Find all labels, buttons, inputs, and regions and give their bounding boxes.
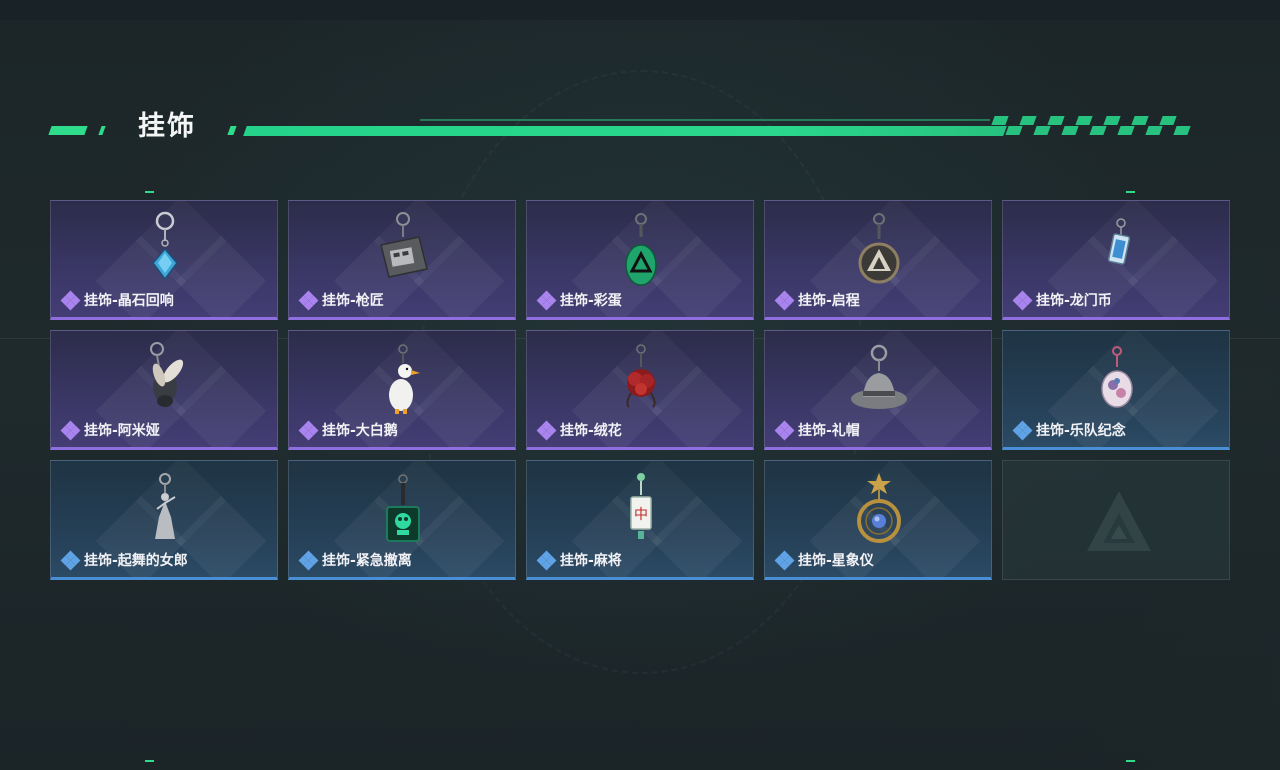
charm-name: 挂饰-星象仪 — [798, 553, 874, 569]
rarity-diamond-icon — [298, 550, 319, 571]
corner-tick — [1126, 191, 1135, 193]
corner-tick — [145, 191, 154, 193]
astrolabe-charm-icon — [857, 473, 901, 543]
charm-card[interactable]: 挂饰-晶石回响 — [50, 200, 278, 320]
header-thin-line — [420, 119, 990, 121]
charm-card[interactable]: 挂饰-乐队纪念 — [1002, 330, 1230, 450]
gunsmith-charm-icon — [380, 212, 428, 278]
page-title: 挂饰 — [138, 111, 196, 142]
rarity-diamond-icon — [298, 290, 319, 311]
charm-name: 挂饰-阿米娅 — [84, 423, 160, 439]
charm-card[interactable]: 挂饰-起舞的女郎 — [50, 460, 278, 580]
mahjong-charm-icon: 中 — [630, 473, 652, 539]
charm-card[interactable]: 挂饰-星象仪 — [764, 460, 992, 580]
easter-egg-charm-icon — [625, 213, 657, 286]
game-logo-icon — [1087, 491, 1151, 551]
rarity-diamond-icon — [774, 420, 795, 441]
charm-name: 挂饰-礼帽 — [798, 423, 860, 439]
charm-name: 挂饰-龙门币 — [1036, 293, 1112, 309]
rarity-diamond-icon — [60, 420, 81, 441]
goose-charm-icon — [389, 344, 420, 414]
rarity-diamond-icon — [536, 420, 557, 441]
charm-card[interactable]: 挂饰-礼帽 — [764, 330, 992, 450]
charm-name: 挂饰-启程 — [798, 293, 860, 309]
band-badge-charm-icon — [1101, 346, 1133, 408]
charm-name: 挂饰-乐队纪念 — [1036, 423, 1126, 439]
svg-text:中: 中 — [634, 507, 648, 523]
charm-name: 挂饰-彩蛋 — [560, 293, 622, 309]
charm-card[interactable]: 挂饰-大白鹅 — [288, 330, 516, 450]
charm-card[interactable]: 挂饰-启程 — [764, 200, 992, 320]
rarity-diamond-icon — [60, 290, 81, 311]
charm-card[interactable]: 挂饰-龙门币 — [1002, 200, 1230, 320]
charm-card[interactable]: 挂饰-彩蛋 — [526, 200, 754, 320]
charm-card[interactable]: 挂饰-紧急撤离 — [288, 460, 516, 580]
header-accent-dash — [98, 126, 106, 135]
charm-name: 挂饰-麻将 — [560, 553, 622, 569]
header-checker-pattern — [991, 116, 1199, 136]
header-accent-dash — [227, 126, 237, 135]
rarity-diamond-icon — [774, 550, 795, 571]
rarity-diamond-icon — [1012, 420, 1033, 441]
rarity-diamond-icon — [536, 290, 557, 311]
rarity-diamond-icon — [298, 420, 319, 441]
rarity-diamond-icon — [774, 290, 795, 311]
departure-charm-icon — [858, 213, 900, 284]
rarity-diamond-icon — [1012, 290, 1033, 311]
header-accent-bar — [243, 126, 1007, 136]
header-accent-dash — [48, 126, 88, 135]
charm-name: 挂饰-枪匠 — [322, 293, 384, 309]
charm-grid: 挂饰-晶石回响 挂饰-枪匠 挂饰-彩蛋 挂饰-启程 挂饰-龙门币 挂饰-阿米娅 … — [50, 200, 1230, 580]
charm-card[interactable]: 挂饰-枪匠 — [288, 200, 516, 320]
rarity-diamond-icon — [536, 550, 557, 571]
charm-name: 挂饰-紧急撤离 — [322, 553, 412, 569]
charm-card[interactable]: 挂饰-阿米娅 — [50, 330, 278, 450]
crystal-charm-icon — [152, 211, 178, 281]
corner-tick — [145, 760, 154, 762]
amiya-charm-icon — [150, 342, 184, 407]
top-bar — [0, 0, 1280, 20]
charm-card[interactable]: 中 挂饰-麻将 — [526, 460, 754, 580]
charm-name: 挂饰-大白鹅 — [322, 423, 398, 439]
corner-tick — [1126, 760, 1135, 762]
fedora-charm-icon — [851, 344, 907, 409]
charm-name: 挂饰-起舞的女郎 — [84, 553, 188, 569]
dancing-lady-charm-icon — [155, 473, 176, 539]
empty-slot — [1002, 460, 1230, 580]
emergency-evac-charm-icon — [386, 474, 420, 542]
charm-card[interactable]: 挂饰-绒花 — [526, 330, 754, 450]
charm-name: 挂饰-绒花 — [560, 423, 622, 439]
rarity-diamond-icon — [60, 550, 81, 571]
lungmen-coin-charm-icon — [1107, 218, 1131, 265]
velvet-flower-charm-icon — [626, 344, 656, 408]
charm-name: 挂饰-晶石回响 — [84, 293, 174, 309]
